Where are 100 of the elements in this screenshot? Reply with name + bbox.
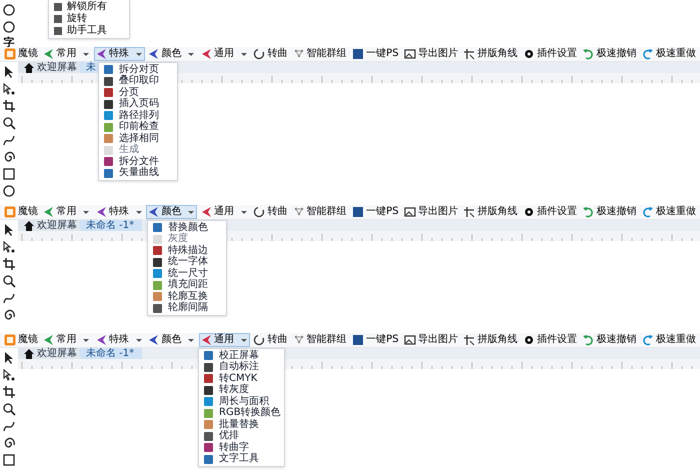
spiral-icon[interactable] [2,150,16,164]
menu-item[interactable]: 拆分对页 [99,64,177,76]
ellipse-icon[interactable] [2,184,16,198]
menu-item[interactable]: RGB转换颜色 [199,408,284,419]
toolbar-button[interactable]: 通用 [198,333,250,347]
menu-item[interactable]: 校正屏幕 [199,350,284,362]
crop-icon[interactable] [2,99,16,113]
toolbar-button[interactable]: 颜色 [146,47,198,61]
toolbar-button[interactable]: 常用 [41,333,92,347]
toolbar-button[interactable]: 转曲 [251,333,290,347]
menu-item[interactable]: 插入页码 [99,98,177,110]
caret-icon [187,52,196,56]
menu-item[interactable]: 特殊描边 [148,245,226,256]
node-pointer-icon[interactable] [2,368,16,382]
toolbar-button[interactable]: 颜色 [146,333,198,347]
toolbar-button[interactable]: 颜色 [146,205,198,219]
zoom-icon[interactable] [2,274,16,288]
square-icon [103,110,114,122]
menu-item[interactable]: 周长与面积 [199,396,284,408]
toolbar-button[interactable]: 插件设置 [520,47,579,61]
toolbar-button[interactable]: 通用 [198,47,250,61]
ellipse-icon[interactable] [2,20,16,34]
menu-item[interactable]: 填充间距 [148,280,226,291]
curve-icon[interactable] [2,419,16,433]
document-tab[interactable]: 欢迎屏幕 [18,348,80,359]
toolbar-button[interactable]: 极速重做 [640,47,698,61]
node-pointer-icon[interactable] [2,82,16,96]
document-tab[interactable]: 未命名 -1* [80,220,142,231]
caret-icon [187,338,196,342]
menu-item[interactable]: 统一尺寸 [148,268,226,280]
crop-icon[interactable] [2,385,16,399]
toolbar-button[interactable]: 常用 [41,47,92,61]
toolbar-button[interactable]: 拼版角线 [461,333,520,347]
menu-item[interactable]: 轮廓间隔 [148,302,226,314]
toolbar-button[interactable]: 转曲 [251,205,290,219]
rectangle-icon[interactable] [2,453,16,467]
node-pointer-icon[interactable] [2,240,16,254]
menu-item[interactable]: 转曲字 [199,442,284,454]
toolbar-button[interactable]: 一键PS [350,333,401,347]
rectangle-icon[interactable] [2,167,16,181]
square-icon [152,234,163,245]
menu-item[interactable]: 批量替换 [199,419,284,430]
toolbar-button[interactable]: 转曲 [251,47,290,61]
menu-item[interactable]: 优排 [199,430,284,442]
toolbar-button[interactable]: 特殊 [94,47,145,61]
logo-icon [4,48,16,60]
toolbar-button[interactable]: 特殊 [94,205,145,219]
toolbar-button[interactable]: 极速重做 [640,205,698,219]
toolbar-button[interactable]: 拼版角线 [461,47,520,61]
menu-item[interactable]: 转CMYK [199,373,284,384]
ellipse-icon[interactable] [2,3,16,17]
toolbar-button[interactable]: 特殊 [94,333,145,347]
menu-item[interactable]: 文字工具 [199,454,284,465]
zoom-icon[interactable] [2,402,16,416]
curve-icon[interactable] [2,291,16,305]
document-tab[interactable]: 欢迎屏幕 [18,62,80,73]
toolbar-button[interactable]: 智能群组 [290,333,349,347]
menu-item[interactable]: 矢量曲线 [99,168,177,179]
menu-item[interactable]: 选择相同 [99,133,177,144]
toolbar-button[interactable]: 一键PS [350,47,401,61]
menu-item[interactable]: 统一字体 [148,256,226,268]
menu-item[interactable]: 路径排列 [99,110,177,122]
crop-icon[interactable] [2,257,16,271]
logo-icon [4,334,16,346]
menu-item[interactable]: 旋转 [49,13,129,25]
toolbar-button[interactable]: 拼版角线 [461,205,520,219]
toolbar-button[interactable]: 插件设置 [520,333,579,347]
menu-item[interactable]: 助手工具 [49,25,129,37]
toolbar-button[interactable]: 插件设置 [520,205,579,219]
menu-item[interactable]: 替换颜色 [148,222,226,234]
spiral-icon[interactable] [2,436,16,450]
menu-item[interactable]: 转灰度 [199,384,284,396]
toolbar-button[interactable]: 导出图片 [402,205,460,219]
menu-item[interactable]: 印前检查 [99,122,177,133]
toolbar-button[interactable]: 极速撤销 [580,205,638,219]
zoom-icon[interactable] [2,116,16,130]
toolbar-button[interactable]: 智能群组 [290,205,349,219]
menu-item[interactable]: 分页 [99,87,177,98]
document-tab[interactable]: 欢迎屏幕 [18,220,80,231]
toolbar-button[interactable]: 极速重做 [640,333,698,347]
toolbar-button[interactable]: 魔镜 [2,333,40,347]
toolbar-button[interactable]: 魔镜 [2,205,40,219]
square-icon [103,168,114,179]
toolbar-button[interactable]: 常用 [41,205,92,219]
toolbar-button[interactable]: 通用 [198,205,250,219]
document-tab[interactable]: 未命名 -1* [80,348,142,359]
spiral-icon[interactable] [2,308,16,322]
toolbar-button[interactable]: 智能群组 [290,47,349,61]
toolbar-button[interactable]: 导出图片 [402,47,460,61]
toolbar-button[interactable]: 极速撤销 [580,333,638,347]
toolbar-button[interactable]: 导出图片 [402,333,460,347]
toolbar-button[interactable]: 一键PS [350,205,401,219]
menu-item[interactable]: 自动标注 [199,362,284,373]
menu-item[interactable]: 叠印取印 [99,76,177,87]
menu-item[interactable]: 拆分文件 [99,156,177,168]
menu-item[interactable]: 解锁所有 [49,1,129,13]
toolbar-button[interactable]: 魔镜 [2,47,40,61]
curve-icon[interactable] [2,133,16,147]
menu-item[interactable]: 轮廓互换 [148,291,226,302]
toolbar-button[interactable]: 极速撤销 [580,47,638,61]
